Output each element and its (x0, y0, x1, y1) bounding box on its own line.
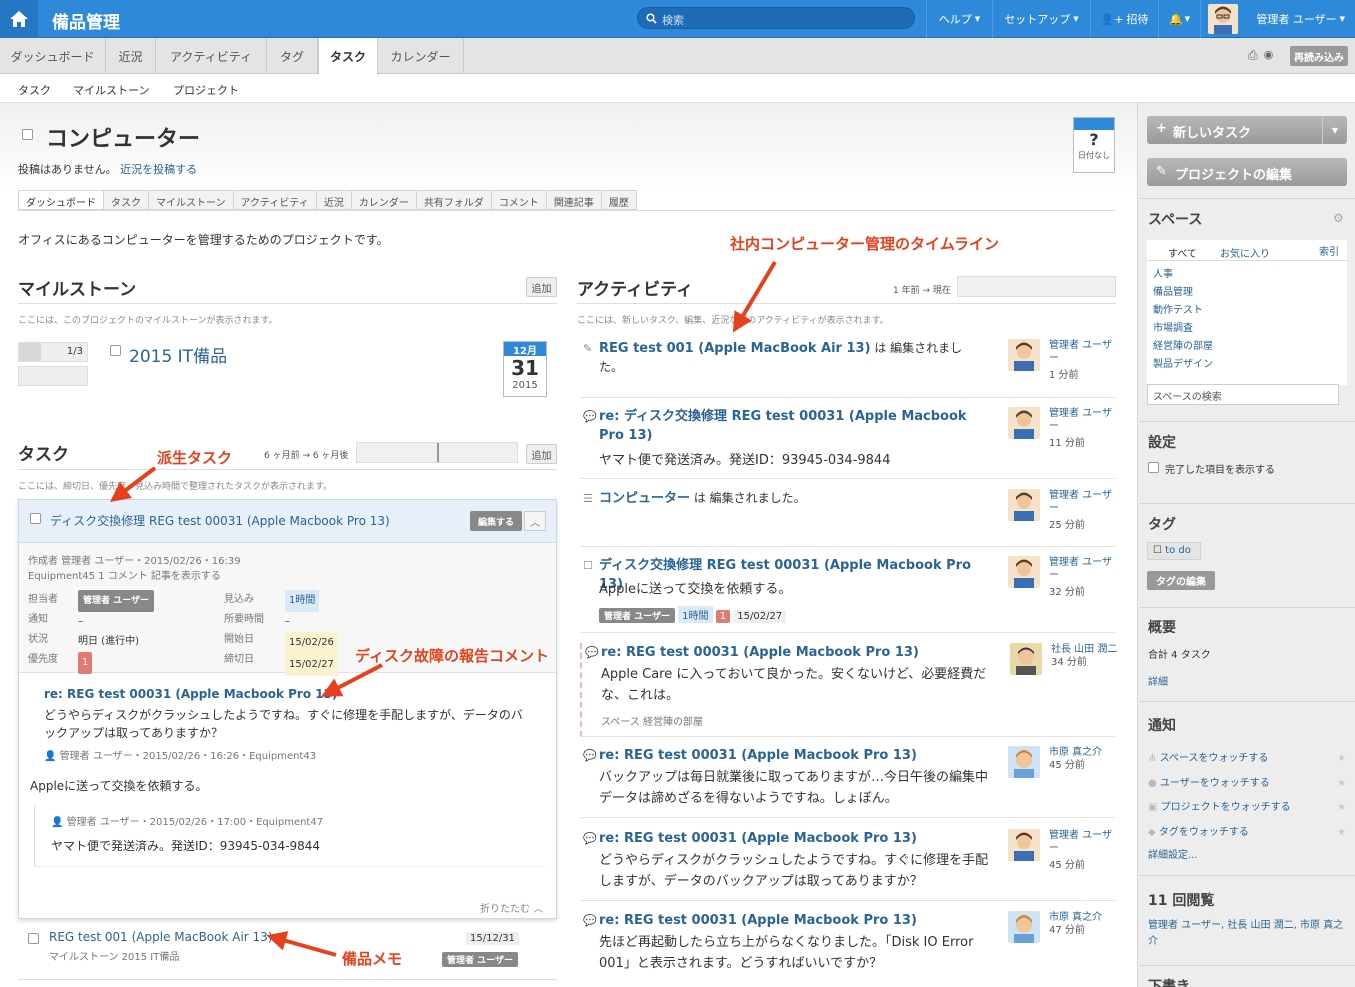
arrow-comment (321, 663, 383, 697)
arrow-memo (266, 931, 337, 957)
arrow-derived-task (110, 466, 157, 503)
arrow-timeline (732, 260, 777, 333)
annotation-arrows (110, 260, 777, 957)
